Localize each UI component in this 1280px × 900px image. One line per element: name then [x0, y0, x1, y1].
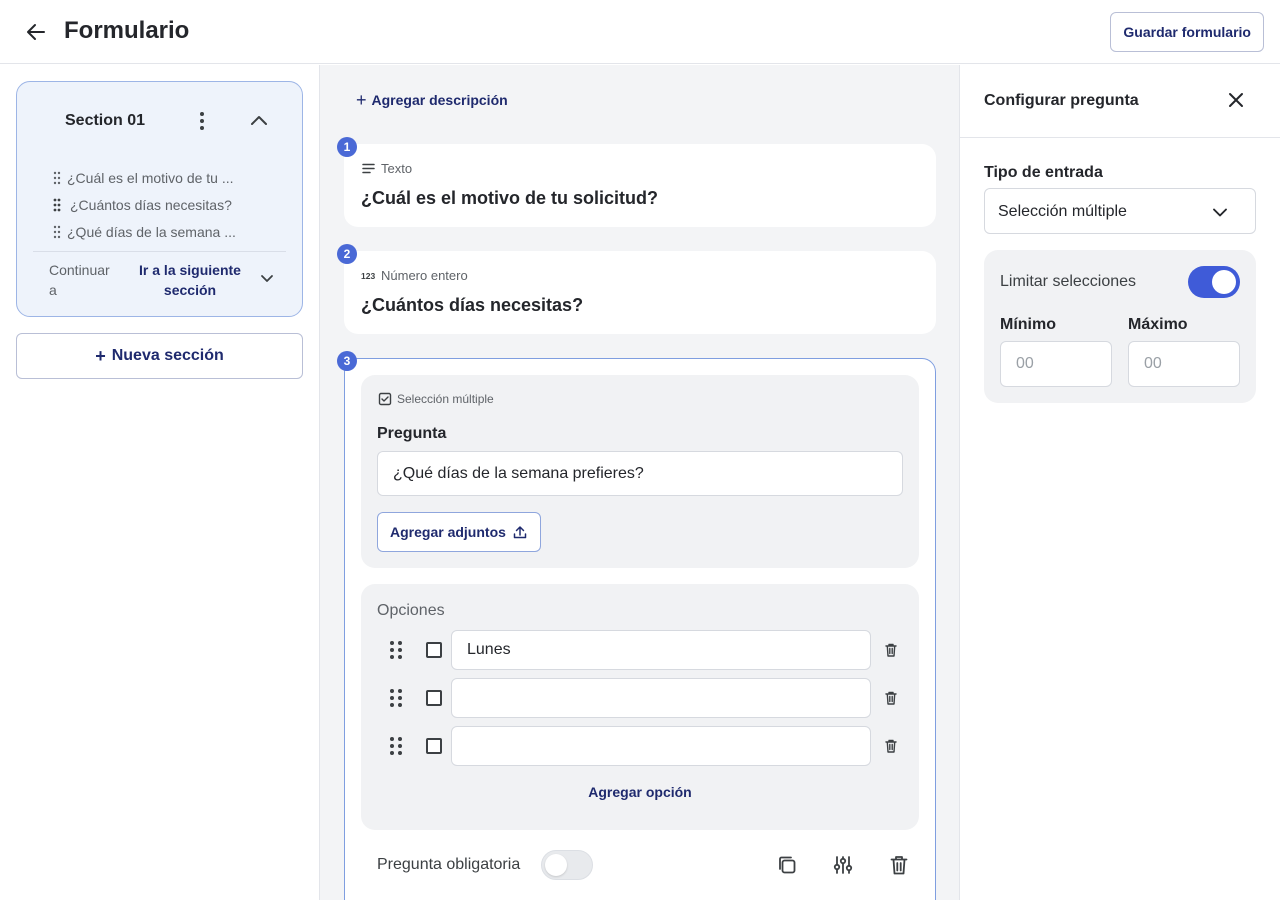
option-checkbox[interactable]: [426, 738, 442, 754]
drag-handle-icon[interactable]: [385, 734, 407, 758]
close-icon[interactable]: [1226, 90, 1246, 110]
active-question-card[interactable]: Selección múltiple Pregunta Agregar adju…: [344, 358, 936, 900]
svg-text:123: 123: [361, 271, 375, 281]
input-type-value: Selección múltiple: [998, 203, 1127, 220]
new-section-label: Nueva sección: [111, 347, 224, 364]
option-checkbox[interactable]: [426, 642, 442, 658]
option-row: [377, 726, 907, 766]
question-type-label: Texto: [381, 161, 413, 176]
continue-label: Continuar a: [49, 262, 110, 298]
option-input[interactable]: [451, 630, 871, 670]
limit-selections-panel: Limitar selecciones Mínimo Máximo: [984, 250, 1256, 403]
question-title: ¿Cuántos días necesitas?: [361, 295, 584, 315]
question-number-badge: 2: [337, 244, 357, 264]
option-checkbox[interactable]: [426, 690, 442, 706]
continue-target-select[interactable]: Ir a la siguiente sección: [135, 260, 245, 300]
divider: [960, 137, 1280, 138]
option-row: [377, 678, 907, 718]
question-title: ¿Cuál es el motivo de tu solicitud?: [361, 188, 659, 208]
add-attachments-button[interactable]: Agregar adjuntos: [377, 512, 541, 552]
page-title: Formulario: [64, 17, 190, 44]
options-label: Opciones: [377, 602, 445, 619]
question-type: Selección múltiple: [378, 392, 494, 406]
limit-selections-label: Limitar selecciones: [1000, 273, 1137, 290]
copy-icon[interactable]: [776, 854, 798, 876]
add-description-label: Agregar descripción: [371, 92, 508, 108]
drag-handle-icon[interactable]: [49, 224, 65, 240]
question-number-badge: 3: [337, 351, 357, 371]
section-question-label: ¿Qué días de la semana ...: [67, 223, 236, 240]
input-type-label: Tipo de entrada: [984, 164, 1103, 181]
question-header-panel: Selección múltiple Pregunta Agregar adju…: [361, 375, 919, 568]
question-type: 123 Número entero: [361, 268, 468, 283]
trash-icon[interactable]: [883, 690, 899, 706]
add-attachments-label: Agregar adjuntos: [390, 524, 506, 540]
chevron-up-icon[interactable]: [248, 110, 270, 132]
option-row: [377, 630, 907, 670]
option-input[interactable]: [451, 726, 871, 766]
config-title: Configurar pregunta: [984, 92, 1139, 109]
question-type-label: Número entero: [381, 268, 468, 283]
question-number-badge: 1: [337, 137, 357, 157]
divider: [33, 251, 286, 252]
question-field-label: Pregunta: [377, 425, 447, 442]
chevron-down-icon: [1213, 208, 1227, 217]
question-text-input[interactable]: [377, 451, 903, 496]
text-lines-icon: [362, 163, 375, 174]
option-input[interactable]: [451, 678, 871, 718]
new-section-button[interactable]: + Nueva sección: [16, 333, 303, 379]
toggle-knob: [1212, 270, 1236, 294]
drag-handle-icon[interactable]: [385, 638, 407, 662]
config-panel: Configurar pregunta Tipo de entrada Sele…: [959, 65, 1280, 900]
min-label: Mínimo: [1000, 316, 1056, 333]
plus-icon: +: [356, 89, 367, 110]
section-question-label: ¿Cuántos días necesitas?: [70, 196, 232, 213]
max-input[interactable]: [1128, 341, 1240, 387]
more-vertical-icon[interactable]: [191, 110, 213, 132]
section-question-item[interactable]: ¿Cuál es el motivo de tu ...: [49, 164, 289, 191]
question-type: Texto: [361, 161, 412, 176]
section-question-item[interactable]: ¿Cuántos días necesitas?: [49, 191, 289, 218]
back-arrow-icon[interactable]: [24, 20, 48, 44]
toggle-knob: [545, 854, 567, 876]
input-type-select[interactable]: Selección múltiple: [984, 188, 1256, 234]
drag-handle-icon[interactable]: [49, 197, 65, 213]
sections-panel: Section 01 ¿Cuál es el motivo de tu ... …: [0, 65, 320, 900]
form-editor: + Agregar descripción Texto ¿Cuál es el …: [320, 65, 959, 900]
min-input[interactable]: [1000, 341, 1112, 387]
trash-icon[interactable]: [883, 738, 899, 754]
add-description-link[interactable]: + Agregar descripción: [356, 90, 508, 110]
save-form-button[interactable]: Guardar formulario: [1110, 12, 1264, 52]
drag-handle-icon[interactable]: [49, 170, 65, 186]
section-question-label: ¿Cuál es el motivo de tu ...: [67, 169, 234, 186]
question-type-label: Selección múltiple: [397, 392, 494, 406]
upload-icon: [513, 526, 527, 539]
trash-icon[interactable]: [888, 854, 910, 876]
chevron-down-icon[interactable]: [259, 270, 275, 286]
drag-handle-icon[interactable]: [385, 686, 407, 710]
max-label: Máximo: [1128, 316, 1188, 333]
add-option-button[interactable]: Agregar opción: [361, 784, 919, 800]
section-question-list: ¿Cuál es el motivo de tu ... ¿Cuántos dí…: [49, 164, 289, 245]
number-123-icon: 123: [361, 271, 375, 281]
limit-selections-toggle[interactable]: [1188, 266, 1240, 298]
checkbox-icon: [378, 392, 392, 406]
question-card[interactable]: 123 Número entero ¿Cuántos días necesita…: [344, 251, 936, 334]
required-label: Pregunta obligatoria: [377, 856, 521, 873]
trash-icon[interactable]: [883, 642, 899, 658]
top-header: Formulario Guardar formulario: [0, 0, 1280, 64]
options-panel: Opciones Agregar opción: [361, 584, 919, 830]
plus-icon: +: [95, 345, 106, 366]
required-toggle[interactable]: [541, 850, 593, 880]
question-card[interactable]: Texto ¿Cuál es el motivo de tu solicitud…: [344, 144, 936, 227]
section-question-item[interactable]: ¿Qué días de la semana ...: [49, 218, 289, 245]
section-title: Section 01: [65, 112, 146, 129]
section-card[interactable]: Section 01 ¿Cuál es el motivo de tu ... …: [16, 81, 303, 317]
sliders-icon[interactable]: [832, 854, 854, 876]
